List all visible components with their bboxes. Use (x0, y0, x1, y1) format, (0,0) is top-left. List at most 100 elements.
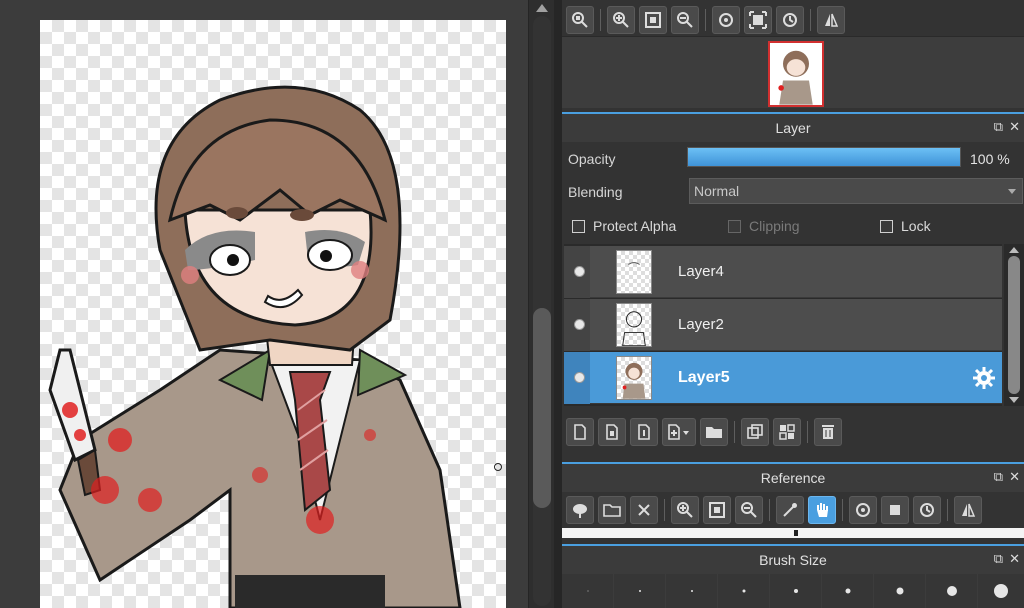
toolbar-separator (810, 9, 811, 31)
scroll-up-arrow-icon[interactable] (536, 4, 548, 12)
reference-preview-strip[interactable] (562, 528, 1024, 538)
eyedropper-icon[interactable] (776, 496, 804, 524)
layer-name: Layer2 (678, 316, 724, 333)
fit-screen-icon[interactable] (703, 496, 731, 524)
brush-size-preset[interactable] (666, 574, 718, 608)
layer-row-layer2[interactable]: Layer2 (564, 299, 1002, 351)
delete-layer-icon[interactable] (814, 418, 842, 446)
hand-icon[interactable] (808, 496, 836, 524)
new-layer-icon[interactable] (566, 418, 594, 446)
zoom-out-icon[interactable] (671, 6, 699, 34)
layer-thumbnail-image (622, 362, 646, 399)
zoom-in-icon[interactable] (671, 496, 699, 524)
reference-marker (794, 530, 798, 536)
layer-row-layer5[interactable]: Layer5 (564, 352, 1002, 404)
brush-size-dot (587, 590, 588, 592)
undock-icon[interactable]: ⧉ (994, 120, 1003, 134)
toolbar-separator (734, 421, 735, 443)
protect-alpha-label: Protect Alpha (593, 218, 677, 234)
close-icon[interactable]: ✕ (1009, 552, 1020, 566)
navigator-preview[interactable] (562, 36, 1024, 108)
brush-size-preset[interactable] (718, 574, 770, 608)
canvas-vertical-scrollbar[interactable] (528, 0, 554, 608)
zoom-in-icon[interactable] (607, 6, 635, 34)
reference-panel-header: Reference ⧉ ✕ (562, 462, 1024, 492)
visibility-toggle-icon[interactable] (574, 372, 585, 383)
navigator-thumbnail-image (770, 43, 822, 105)
new-8bit-layer-icon[interactable] (630, 418, 658, 446)
brush-size-dot (994, 584, 1008, 598)
checkbox-box[interactable] (728, 219, 741, 233)
flip-horizontal-icon[interactable] (954, 496, 982, 524)
fit-screen-icon[interactable] (639, 6, 667, 34)
panel-divider[interactable] (554, 0, 562, 608)
scroll-up-arrow-icon[interactable] (1009, 247, 1019, 253)
lock-checkbox[interactable]: Lock (880, 218, 931, 234)
toolbar-separator (600, 9, 601, 31)
brush-size-preset[interactable] (614, 574, 666, 608)
scroll-down-arrow-icon[interactable] (1009, 397, 1019, 403)
artwork-drawing (48, 85, 462, 608)
brush-size-dot (896, 587, 903, 595)
brush-size-presets (562, 574, 1024, 608)
merge-layer-icon[interactable] (773, 418, 801, 446)
navigator-thumbnail[interactable] (768, 41, 824, 107)
new-halftone-layer-icon[interactable] (598, 418, 626, 446)
rotate-right-icon[interactable] (913, 496, 941, 524)
reset-view-icon[interactable] (881, 496, 909, 524)
duplicate-layer-icon[interactable] (741, 418, 769, 446)
new-folder-icon[interactable] (700, 418, 728, 446)
brush-size-preset[interactable] (770, 574, 822, 608)
brush-size-preset[interactable] (874, 574, 926, 608)
scroll-thumb[interactable] (533, 308, 551, 508)
close-icon[interactable]: ✕ (1009, 470, 1020, 484)
lock-label: Lock (901, 218, 931, 234)
visibility-toggle-icon[interactable] (574, 319, 585, 330)
brush-size-preset[interactable] (562, 574, 614, 608)
brush-cursor (494, 463, 502, 471)
zoom-out-icon[interactable] (735, 496, 763, 524)
chevron-down-icon (1008, 189, 1016, 194)
rotate-left-icon[interactable] (712, 6, 740, 34)
reset-view-icon[interactable] (744, 6, 772, 34)
rotate-right-icon[interactable] (776, 6, 804, 34)
right-panel: Layer ⧉ ✕ Opacity 100 % Blending Normal … (562, 0, 1024, 608)
toolbar-separator (769, 499, 770, 521)
gear-icon[interactable] (972, 366, 996, 390)
layer-list: Layer4 Layer2 Layer5 (564, 244, 1002, 406)
open-folder-icon[interactable] (598, 496, 626, 524)
toolbar-separator (842, 499, 843, 521)
checkbox-box[interactable] (572, 219, 585, 233)
opacity-slider[interactable] (687, 147, 961, 167)
close-icon[interactable]: ✕ (1009, 120, 1020, 134)
undock-icon[interactable]: ⧉ (994, 552, 1003, 566)
blending-label: Blending (568, 184, 623, 200)
layer-thumbnail (616, 303, 652, 347)
reference-panel-title: Reference (760, 470, 826, 486)
brush-size-preset[interactable] (822, 574, 874, 608)
load-cloud-icon[interactable] (566, 496, 594, 524)
close-icon[interactable] (630, 496, 658, 524)
flip-horizontal-icon[interactable] (817, 6, 845, 34)
layer-thumbnail-image (622, 311, 646, 346)
opacity-value: 100 % (970, 151, 1010, 167)
canvas-area[interactable] (0, 0, 528, 608)
brush-size-preset[interactable] (926, 574, 978, 608)
protect-alpha-checkbox[interactable]: Protect Alpha (572, 218, 676, 234)
rotate-left-icon[interactable] (849, 496, 877, 524)
canvas-document[interactable] (40, 20, 506, 608)
layer-row-layer4[interactable]: Layer4 (564, 246, 1002, 298)
brush-size-dot (793, 589, 798, 593)
brush-size-preset[interactable] (978, 574, 1024, 608)
add-layer-menu-icon[interactable] (662, 418, 696, 446)
scroll-thumb[interactable] (1008, 256, 1020, 394)
visibility-toggle-icon[interactable] (574, 266, 585, 277)
medibang-window: Layer ⧉ ✕ Opacity 100 % Blending Normal … (0, 0, 1024, 608)
clipping-checkbox[interactable]: Clipping (728, 218, 800, 234)
blending-dropdown[interactable]: Normal (689, 178, 1023, 204)
layer-list-scrollbar[interactable] (1004, 244, 1024, 406)
checkbox-box[interactable] (880, 219, 893, 233)
toolbar-separator (807, 421, 808, 443)
undock-icon[interactable]: ⧉ (994, 470, 1003, 484)
zoom-actual-icon[interactable] (566, 6, 594, 34)
